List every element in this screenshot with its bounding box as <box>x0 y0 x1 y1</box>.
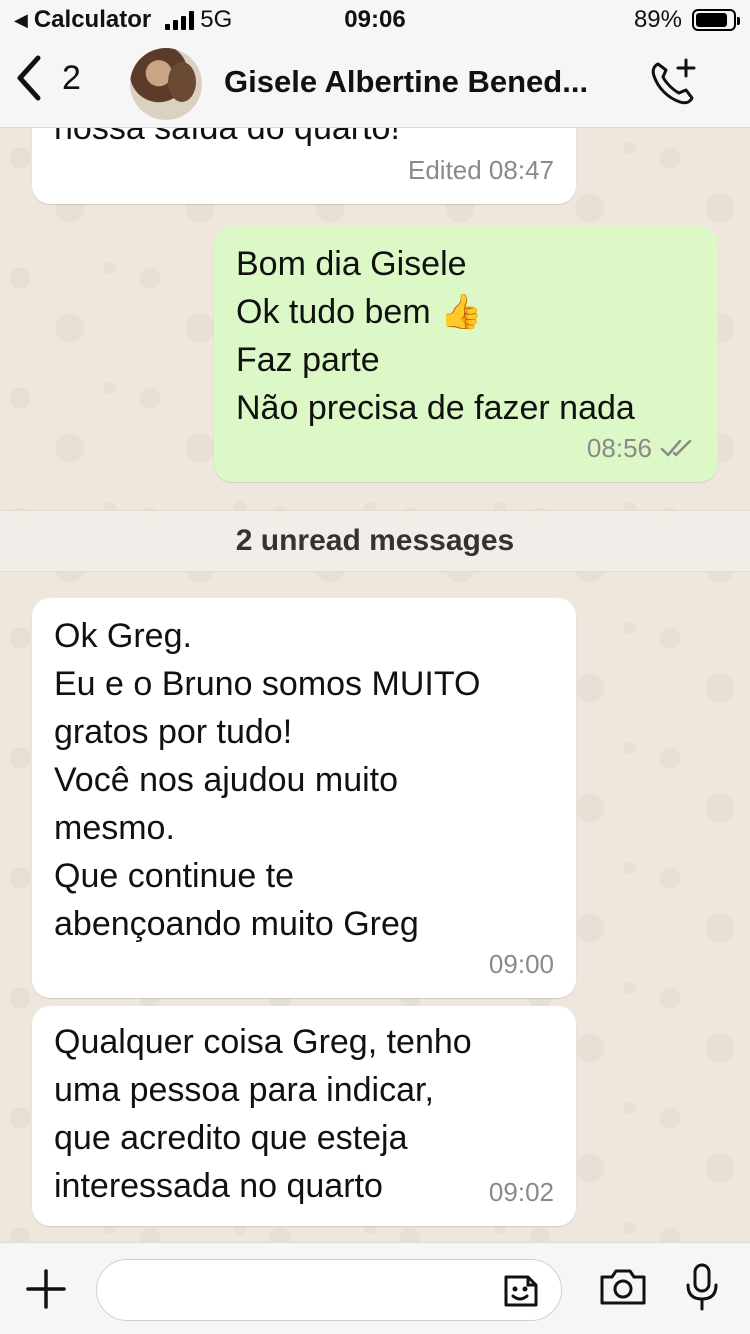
battery-icon <box>692 9 740 31</box>
message-text: mesmo. <box>54 809 175 847</box>
message-text: gratos por tudo! <box>54 713 293 751</box>
message-text: Faz parte <box>236 341 380 379</box>
microphone-icon[interactable] <box>684 1261 720 1313</box>
battery-percent: 89% <box>633 6 682 33</box>
add-call-icon[interactable] <box>648 56 700 108</box>
message-text: que acredito que esteja <box>54 1119 408 1157</box>
message-text: abençoando muito Greg <box>54 905 419 943</box>
plus-icon[interactable] <box>24 1267 68 1311</box>
message-text: uma pessoa para indicar, <box>54 1071 434 1109</box>
contact-avatar[interactable] <box>130 48 202 120</box>
composer-bar <box>0 1242 750 1334</box>
message-bubble-incoming[interactable]: Ok Greg. Eu e o Bruno somos MUITO gratos… <box>32 598 576 998</box>
message-text: Você nos ajudou muito <box>54 761 399 799</box>
unread-messages-banner: 2 unread messages <box>0 510 750 572</box>
contact-name[interactable]: Gisele Albertine Bened... <box>224 64 588 100</box>
sticker-icon[interactable] <box>498 1269 542 1313</box>
unread-chats-count: 2 <box>62 58 81 97</box>
message-text: Qualquer coisa Greg, tenho <box>54 1023 472 1061</box>
double-check-icon <box>660 439 692 457</box>
message-bubble-incoming[interactable]: Qualquer coisa Greg, tenho uma pessoa pa… <box>32 1006 576 1226</box>
message-text: Não precisa de fazer nada <box>236 389 635 427</box>
chevron-left-icon <box>17 55 41 101</box>
status-bar: ◀ Calculator 5G 09:06 89% <box>0 0 750 40</box>
message-meta: 09:02 <box>488 1177 554 1207</box>
message-meta: 09:00 <box>488 949 554 979</box>
message-meta: 08:56 <box>586 433 652 463</box>
back-button[interactable]: 2 <box>14 54 81 102</box>
camera-icon[interactable] <box>598 1265 648 1309</box>
message-text: Que continue te <box>54 857 295 895</box>
message-text: Ok Greg. <box>54 617 192 655</box>
message-meta: Edited 08:47 <box>407 155 554 185</box>
message-input[interactable] <box>96 1259 562 1321</box>
message-text: Ok tudo bem 👍 <box>236 293 483 331</box>
message-text: interessada no quarto <box>54 1167 383 1205</box>
message-text: Bom dia Gisele <box>236 245 467 283</box>
message-text: Eu e o Bruno somos MUITO <box>54 665 481 703</box>
message-bubble-outgoing[interactable]: Bom dia Gisele Ok tudo bem 👍 Faz parte N… <box>214 226 718 482</box>
